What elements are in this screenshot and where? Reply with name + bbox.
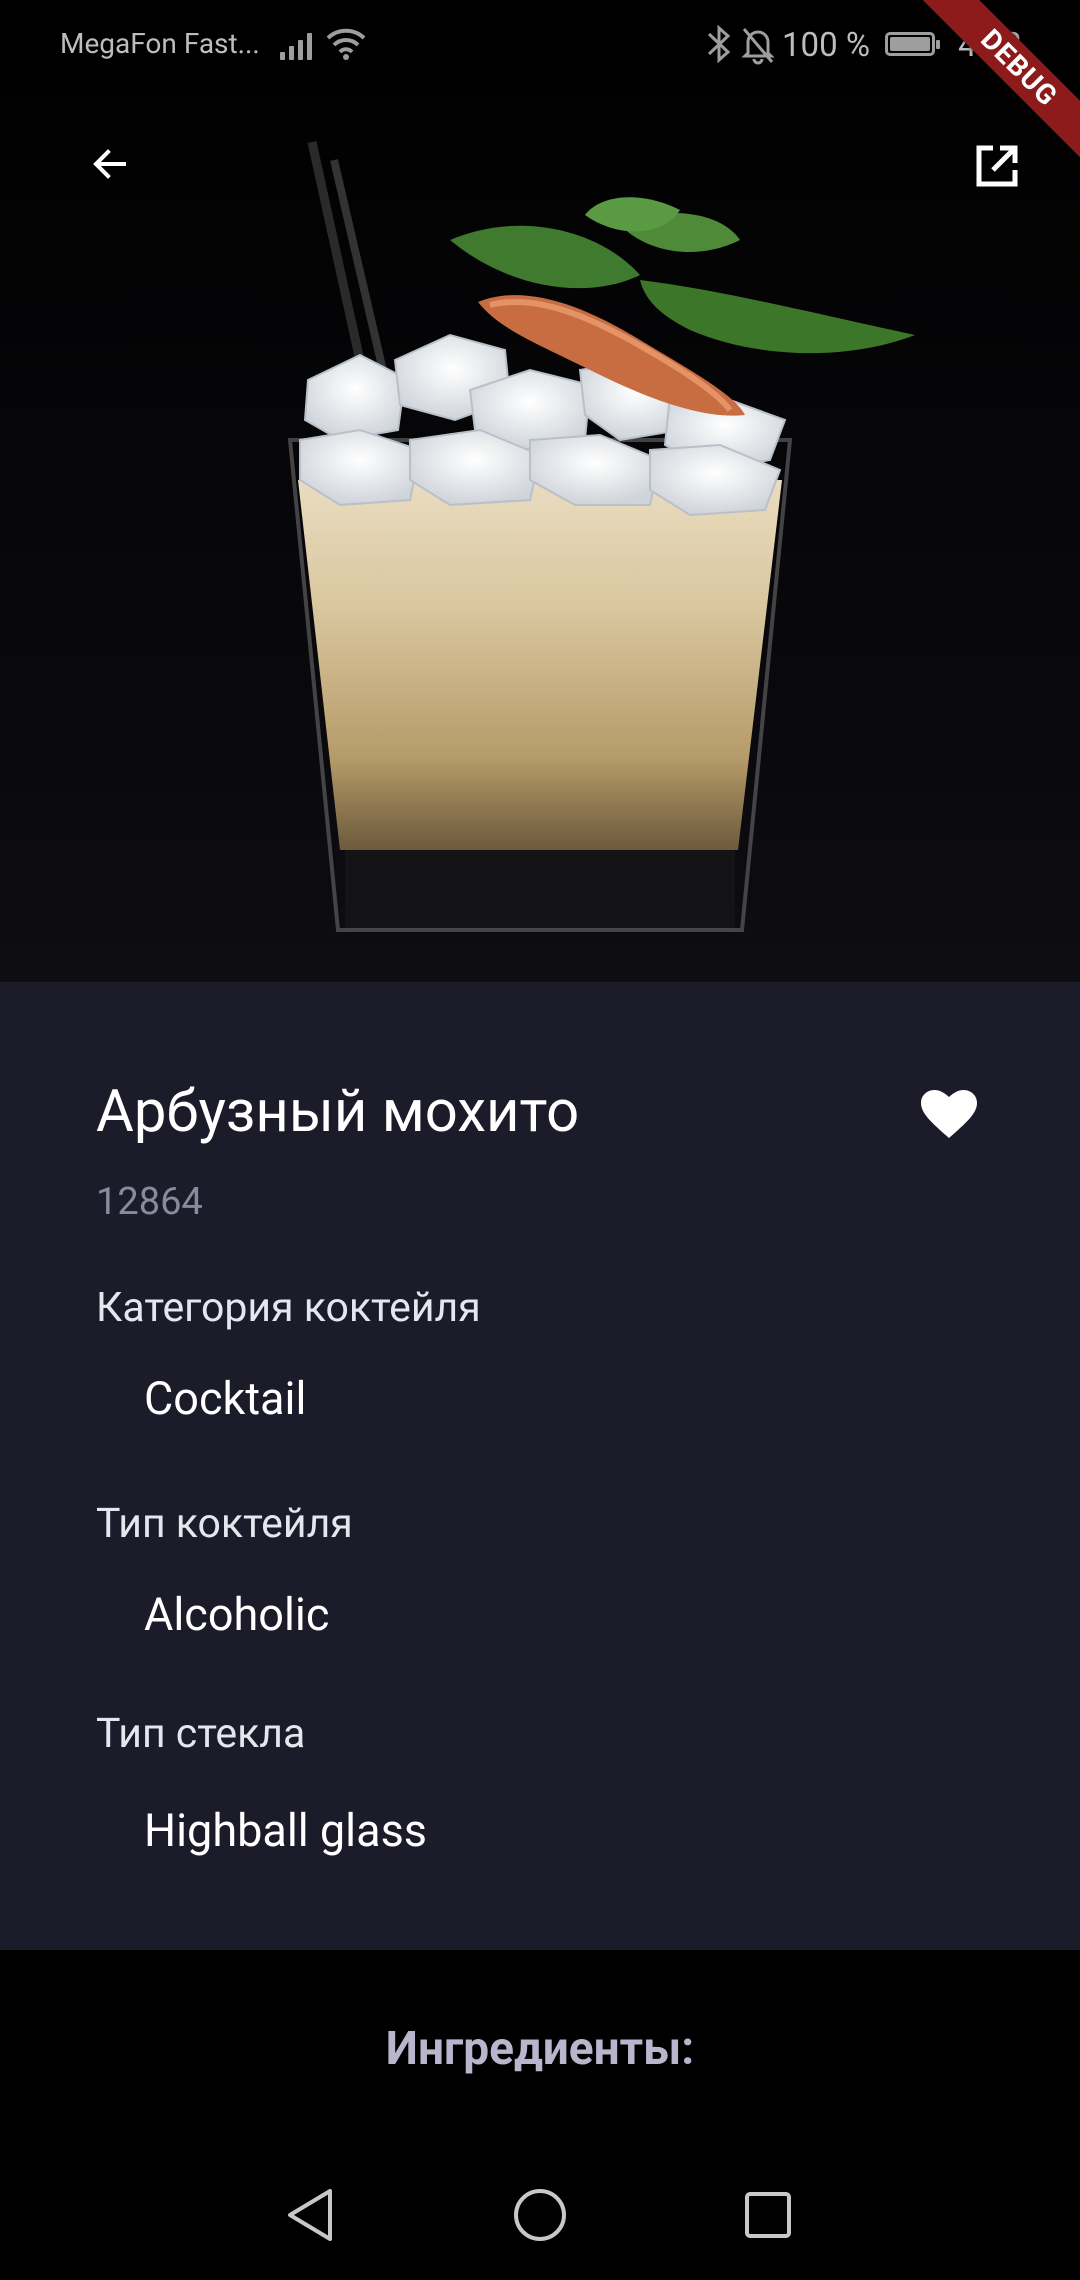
open-in-new-icon [976, 145, 1018, 187]
nav-recents-button[interactable] [728, 2175, 808, 2255]
drink-hero [0, 0, 1080, 982]
bluetooth-icon [707, 24, 731, 64]
drink-title: Арбузный мохито [96, 1078, 580, 1146]
ingredients-heading: Ингредиенты: [385, 2022, 695, 2076]
triangle-back-icon [288, 2189, 332, 2241]
open-external-button[interactable] [955, 124, 1039, 208]
category-label: Категория коктейля [96, 1284, 481, 1332]
battery-icon [885, 32, 940, 56]
category-value: Cocktail [144, 1372, 307, 1425]
circle-home-icon [514, 2189, 566, 2241]
alcoholic-type-value: Alcoholic [144, 1588, 330, 1641]
arrow-left-icon [93, 149, 126, 179]
status-bar: MegaFon Fast... 100 % 4:52 [0, 0, 1080, 92]
carrier-name: MegaFon Fast... [60, 27, 260, 60]
glass-type-label: Тип стекла [96, 1710, 306, 1758]
battery-percentage: 100 % [782, 26, 870, 65]
nav-home-button[interactable] [500, 2175, 580, 2255]
nav-back-button[interactable] [270, 2175, 350, 2255]
wifi-icon [326, 28, 366, 60]
drink-photo [0, 0, 1080, 982]
drink-id: 12864 [96, 1180, 203, 1224]
signal-icon [280, 30, 314, 60]
back-button[interactable] [70, 124, 150, 204]
bell-muted-icon [741, 28, 775, 65]
square-recents-icon [745, 2192, 791, 2238]
alcoholic-type-label: Тип коктейля [96, 1500, 353, 1548]
heart-filled-icon [921, 1090, 977, 1138]
favorite-button[interactable] [914, 1082, 984, 1148]
glass-type-value: Highball glass [144, 1804, 428, 1857]
